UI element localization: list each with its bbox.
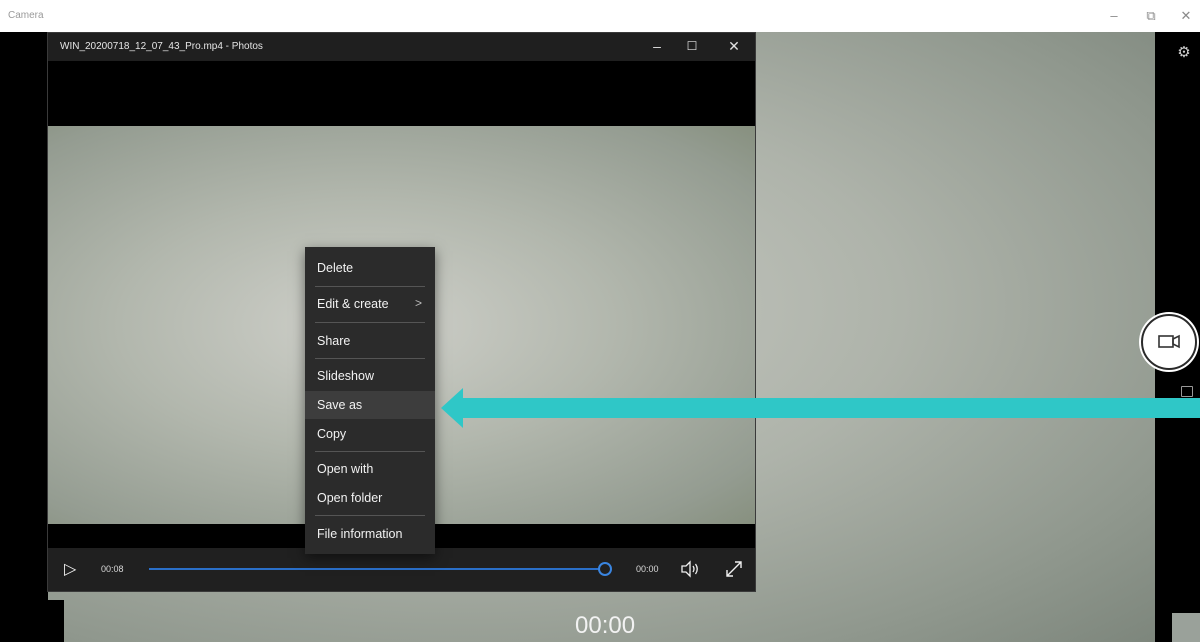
menu-item-label: Share (317, 334, 351, 348)
menu-item-label: Edit & create (317, 297, 389, 311)
photos-close-button[interactable]: ✕ (721, 38, 747, 55)
menu-item-label: Slideshow (317, 369, 374, 383)
menu-separator (315, 515, 425, 516)
menu-item-label: Copy (317, 427, 347, 441)
photos-titlebar: WIN_20200718_12_07_43_Pro.mp4 - Photos –… (48, 33, 755, 61)
camera-restore-button[interactable]: ⧉ (1141, 8, 1161, 24)
camera-minimize-button[interactable]: – (1104, 8, 1124, 23)
menu-item-label: Delete (317, 261, 354, 275)
menu-separator (315, 322, 425, 323)
seek-bar[interactable] (149, 568, 604, 570)
remaining-time: 00:00 (636, 564, 659, 574)
annotation-arrow-head (441, 388, 463, 428)
elapsed-time: 00:08 (101, 564, 124, 574)
settings-gear-icon[interactable]: ⚙ (1175, 44, 1193, 62)
menu-item-label: Save as (317, 398, 363, 412)
photos-minimize-button[interactable]: – (644, 38, 670, 54)
menu-item-delete[interactable]: Delete (305, 254, 435, 282)
viewfinder-letterbox-left (0, 32, 48, 642)
recording-timer: 00:00 (575, 612, 636, 639)
media-controls: ▷ 00:08 00:00 (48, 548, 755, 591)
menu-item-label: Open folder (317, 491, 383, 505)
photos-maximize-button[interactable]: ☐ (679, 39, 705, 53)
menu-separator (315, 451, 425, 452)
menu-item-open-with[interactable]: Open with (305, 455, 435, 483)
chevron-right-icon: > (415, 296, 423, 310)
volume-icon[interactable] (680, 560, 700, 578)
seek-handle[interactable] (598, 562, 612, 576)
menu-item-open-folder[interactable]: Open folder (305, 484, 435, 512)
fullscreen-icon[interactable] (724, 559, 744, 579)
menu-item-file-information[interactable]: File information (305, 520, 435, 548)
camera-window-title: Camera (8, 10, 44, 21)
camera-close-button[interactable]: ✕ (1176, 8, 1196, 24)
menu-item-share[interactable]: Share (305, 327, 435, 355)
menu-item-slideshow[interactable]: Slideshow (305, 362, 435, 390)
menu-item-label: Open with (317, 462, 374, 476)
video-camera-icon (1158, 334, 1180, 349)
menu-item-edit-create[interactable]: Edit & create > (305, 290, 435, 318)
menu-separator (315, 286, 425, 287)
photo-mode-icon[interactable] (1181, 386, 1193, 397)
menu-separator (315, 358, 425, 359)
last-capture-thumbnail[interactable] (1172, 613, 1200, 642)
camera-titlebar: Camera – ⧉ ✕ (0, 0, 1200, 32)
menu-item-save-as[interactable]: Save as (305, 391, 435, 419)
viewfinder-letterbox-bottom (0, 600, 64, 642)
context-menu: Delete Edit & create > Share Slideshow S… (305, 247, 435, 554)
record-video-button[interactable] (1141, 314, 1197, 370)
annotation-arrow-shaft (460, 398, 1200, 418)
menu-item-label: File information (317, 527, 403, 541)
menu-item-copy[interactable]: Copy (305, 420, 435, 448)
photos-window-title: WIN_20200718_12_07_43_Pro.mp4 - Photos (60, 41, 263, 52)
play-icon[interactable]: ▷ (64, 559, 76, 579)
